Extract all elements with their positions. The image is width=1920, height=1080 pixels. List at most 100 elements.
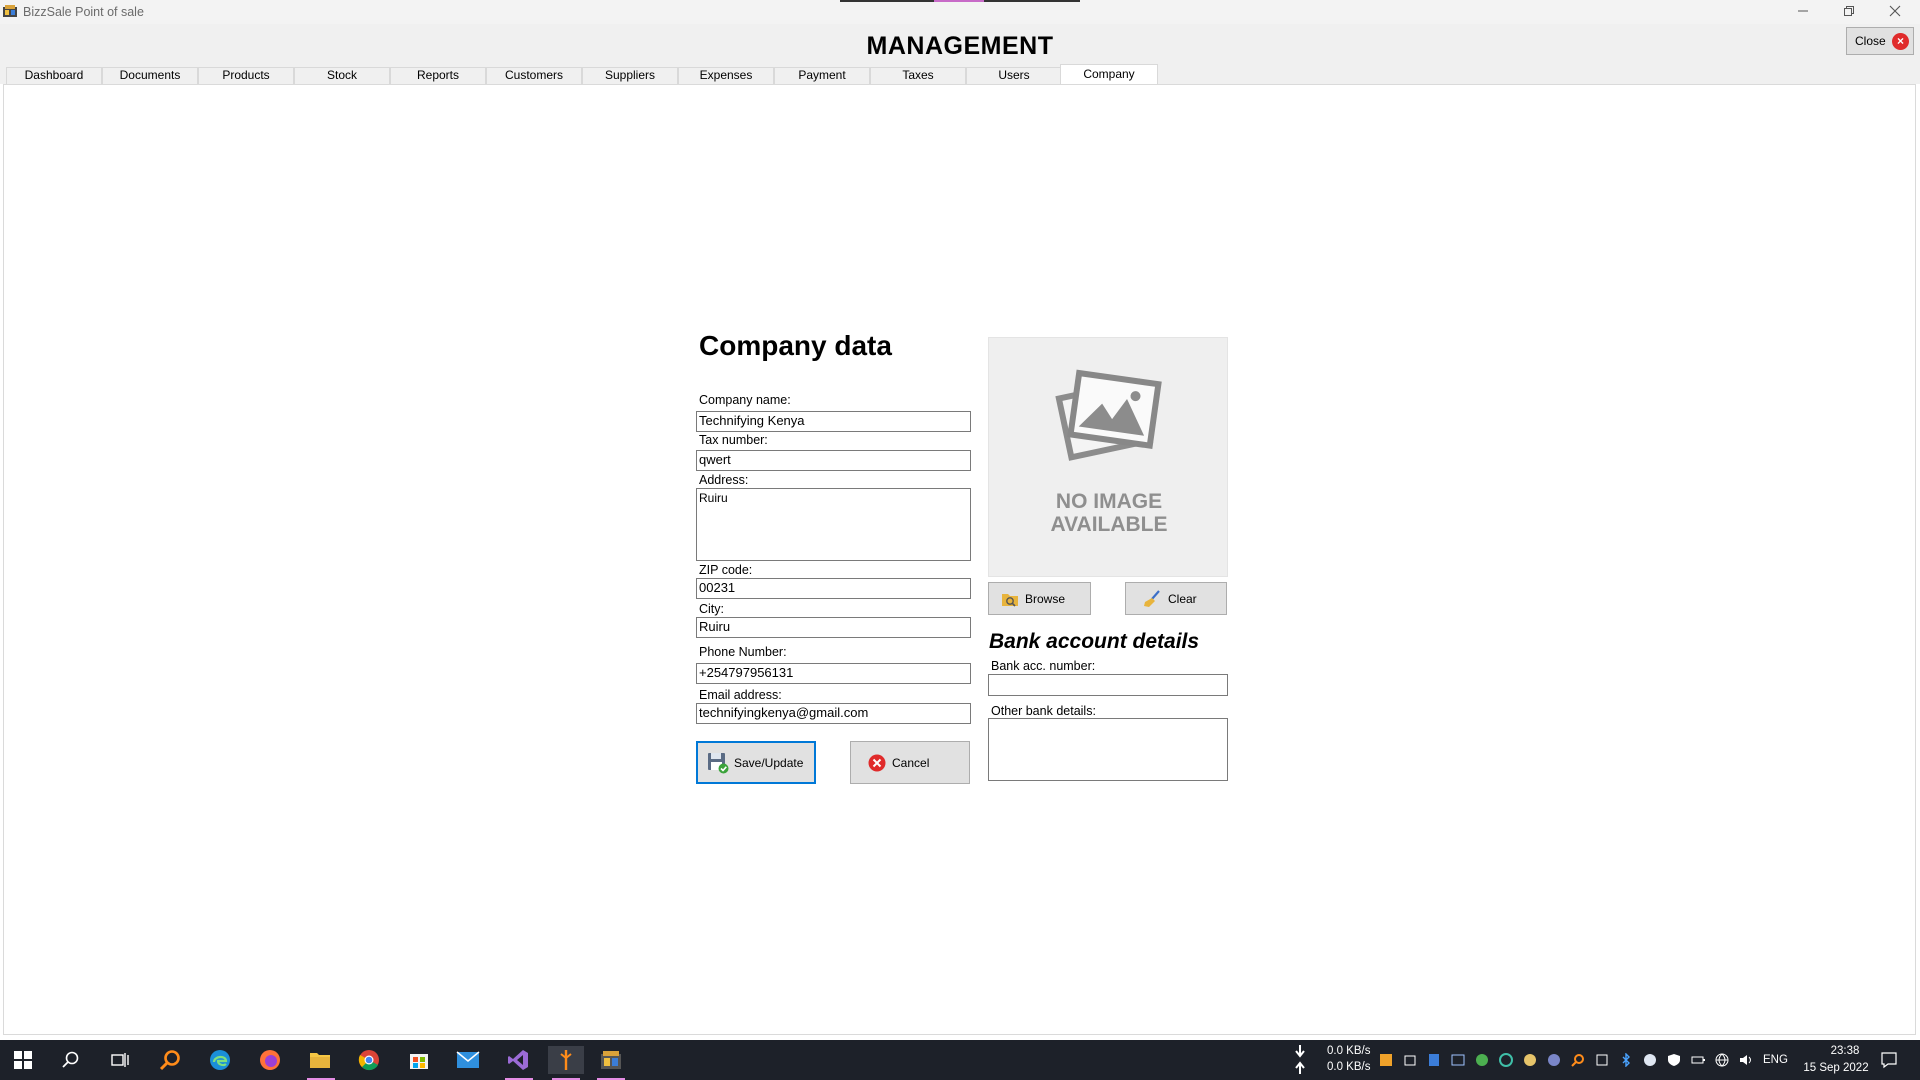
tray-app-icon-2[interactable]	[1403, 1053, 1417, 1067]
cancel-button[interactable]: Cancel	[850, 741, 970, 784]
company-name-label: Company name:	[699, 393, 791, 407]
email-label: Email address:	[699, 688, 782, 702]
bluetooth-icon[interactable]	[1619, 1053, 1633, 1067]
tab-strip: Dashboard Documents Products Stock Repor…	[0, 64, 1920, 97]
restore-icon	[1844, 6, 1854, 16]
firefox-icon	[260, 1050, 280, 1070]
tab-payment-methods[interactable]: Payment methods	[774, 67, 870, 97]
address-label: Address:	[699, 473, 749, 487]
taskbar-mail[interactable]	[453, 1046, 483, 1074]
tray-app-icon-3[interactable]	[1427, 1053, 1441, 1067]
tab-products[interactable]: Products	[198, 67, 294, 84]
tray-app-icon-7[interactable]	[1523, 1053, 1537, 1067]
input-language[interactable]: ENG	[1763, 1054, 1788, 1066]
broom-icon	[1144, 589, 1160, 607]
clear-button[interactable]: Clear	[1125, 582, 1227, 615]
restore-button[interactable]	[1826, 0, 1872, 22]
close-management-button[interactable]: Close ×	[1846, 27, 1914, 55]
windows-logo-icon	[14, 1051, 32, 1069]
tax-number-field[interactable]: qwert	[696, 450, 971, 471]
visual-studio-icon	[508, 1050, 528, 1070]
email-field[interactable]: technifyingkenya@gmail.com	[696, 703, 971, 724]
tray-app-icon-9[interactable]	[1643, 1053, 1657, 1067]
other-bank-details-label: Other bank details:	[991, 704, 1096, 718]
close-icon	[1889, 5, 1901, 17]
tab-company[interactable]: Company	[1060, 64, 1158, 85]
browse-button[interactable]: Browse	[988, 582, 1091, 615]
tab-reports[interactable]: Reports	[390, 67, 486, 84]
security-shield-icon[interactable]	[1667, 1053, 1681, 1067]
taskbar-firefox[interactable]	[255, 1046, 285, 1074]
notification-center-icon[interactable]	[1880, 1051, 1898, 1069]
tray-app-icon-1[interactable]	[1379, 1053, 1393, 1067]
network-globe-icon[interactable]	[1715, 1053, 1729, 1067]
edge-icon	[210, 1050, 230, 1070]
task-view-icon	[111, 1053, 129, 1067]
phone-number-field[interactable]: +254797956131	[696, 663, 971, 684]
save-icon	[708, 752, 729, 773]
clock-date[interactable]: 15 Sep 2022	[1797, 1062, 1875, 1074]
other-bank-details-field[interactable]	[988, 718, 1228, 781]
close-button-label: Close	[1855, 34, 1886, 48]
taskbar-chrome[interactable]	[354, 1046, 384, 1074]
taskbar-visual-studio[interactable]	[503, 1046, 533, 1074]
tray-app-icon-4[interactable]	[1451, 1053, 1465, 1067]
app-icon	[3, 5, 17, 17]
battery-icon[interactable]	[1691, 1053, 1705, 1067]
tab-dashboard[interactable]: Dashboard	[6, 67, 102, 84]
company-data-heading: Company data	[699, 330, 892, 361]
bank-acc-number-label: Bank acc. number:	[991, 659, 1096, 673]
upload-speed: 0.0 KB/s	[1327, 1061, 1371, 1073]
tray-app-icon-8[interactable]	[1547, 1053, 1561, 1067]
tray-app-icon-5[interactable]	[1475, 1053, 1489, 1067]
volume-icon[interactable]	[1739, 1053, 1753, 1067]
task-view-button[interactable]	[105, 1046, 135, 1074]
download-arrow-icon	[1295, 1045, 1305, 1058]
start-button[interactable]	[8, 1046, 38, 1074]
store-icon	[410, 1054, 428, 1069]
window-close-button[interactable]	[1872, 0, 1918, 22]
tab-stock[interactable]: Stock	[294, 67, 390, 84]
bank-details-heading: Bank account details	[989, 630, 1200, 653]
taskbar-search-app[interactable]	[155, 1046, 185, 1074]
browse-label: Browse	[1025, 591, 1066, 606]
cancel-icon	[868, 754, 886, 771]
taskbar-file-explorer[interactable]	[305, 1046, 335, 1074]
tray-app-icon-6[interactable]	[1499, 1053, 1513, 1067]
zip-code-field[interactable]: 00231	[696, 578, 971, 599]
taskbar-app-active[interactable]	[548, 1046, 584, 1074]
company-logo-placeholder: NO IMAGE AVAILABLE	[988, 337, 1228, 577]
taskbar-store[interactable]	[404, 1046, 434, 1074]
tab-suppliers[interactable]: Suppliers	[582, 67, 678, 84]
mail-icon	[456, 1051, 480, 1068]
tab-expenses[interactable]: Expenses	[678, 67, 774, 84]
address-field[interactable]: Ruiru	[696, 488, 971, 561]
save-update-label: Save/Update	[734, 755, 804, 770]
city-field[interactable]: Ruiru	[696, 617, 971, 638]
save-update-button[interactable]: Save/Update	[696, 741, 816, 784]
taskbar-edge[interactable]	[205, 1046, 235, 1074]
city-label: City:	[699, 602, 724, 616]
tab-users[interactable]: Users	[966, 67, 1062, 84]
company-name-field[interactable]: Technifying Kenya	[696, 411, 971, 432]
clock-time[interactable]: 23:38	[1815, 1045, 1875, 1057]
tab-taxes[interactable]: Taxes	[870, 67, 966, 84]
tab-documents[interactable]: Documents	[102, 67, 198, 84]
minimize-button[interactable]	[1780, 0, 1826, 22]
folder-icon	[310, 1053, 330, 1068]
titlebar-accent	[840, 0, 1080, 2]
taskbar-search[interactable]	[56, 1046, 86, 1074]
bank-acc-number-field[interactable]	[988, 674, 1228, 696]
tray-window-icon[interactable]	[1595, 1053, 1609, 1067]
tax-number-label: Tax number:	[699, 433, 768, 447]
chrome-icon	[358, 1050, 379, 1071]
tray-search-icon[interactable]	[1571, 1053, 1585, 1067]
upload-arrow-icon	[1295, 1061, 1305, 1074]
search-icon	[62, 1051, 79, 1068]
no-image-icon	[1055, 369, 1162, 461]
debug-app-icon	[560, 1050, 572, 1070]
tab-customers[interactable]: Customers	[486, 67, 582, 84]
taskbar-bizzsale[interactable]	[596, 1046, 626, 1074]
folder-search-icon	[1002, 593, 1018, 607]
window-title: BizzSale Point of sale	[23, 5, 144, 19]
